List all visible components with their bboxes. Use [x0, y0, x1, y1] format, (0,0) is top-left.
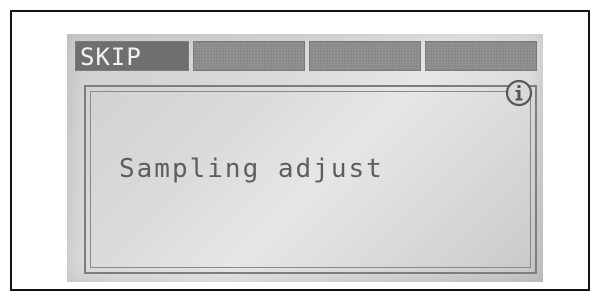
- message-panel: Sampling adjust: [84, 79, 537, 274]
- info-icon: [505, 79, 533, 107]
- softkey-bar: SKIP: [75, 41, 537, 71]
- softkey-4[interactable]: [425, 41, 537, 71]
- softkey-3[interactable]: [309, 41, 421, 71]
- softkey-skip[interactable]: SKIP: [75, 41, 189, 71]
- status-message: Sampling adjust: [119, 154, 384, 184]
- lcd-display: SKIP Sampling adjust: [67, 34, 543, 282]
- softkey-skip-label: SKIP: [80, 43, 142, 71]
- softkey-2[interactable]: [193, 41, 305, 71]
- message-panel-inner: Sampling adjust: [90, 79, 533, 268]
